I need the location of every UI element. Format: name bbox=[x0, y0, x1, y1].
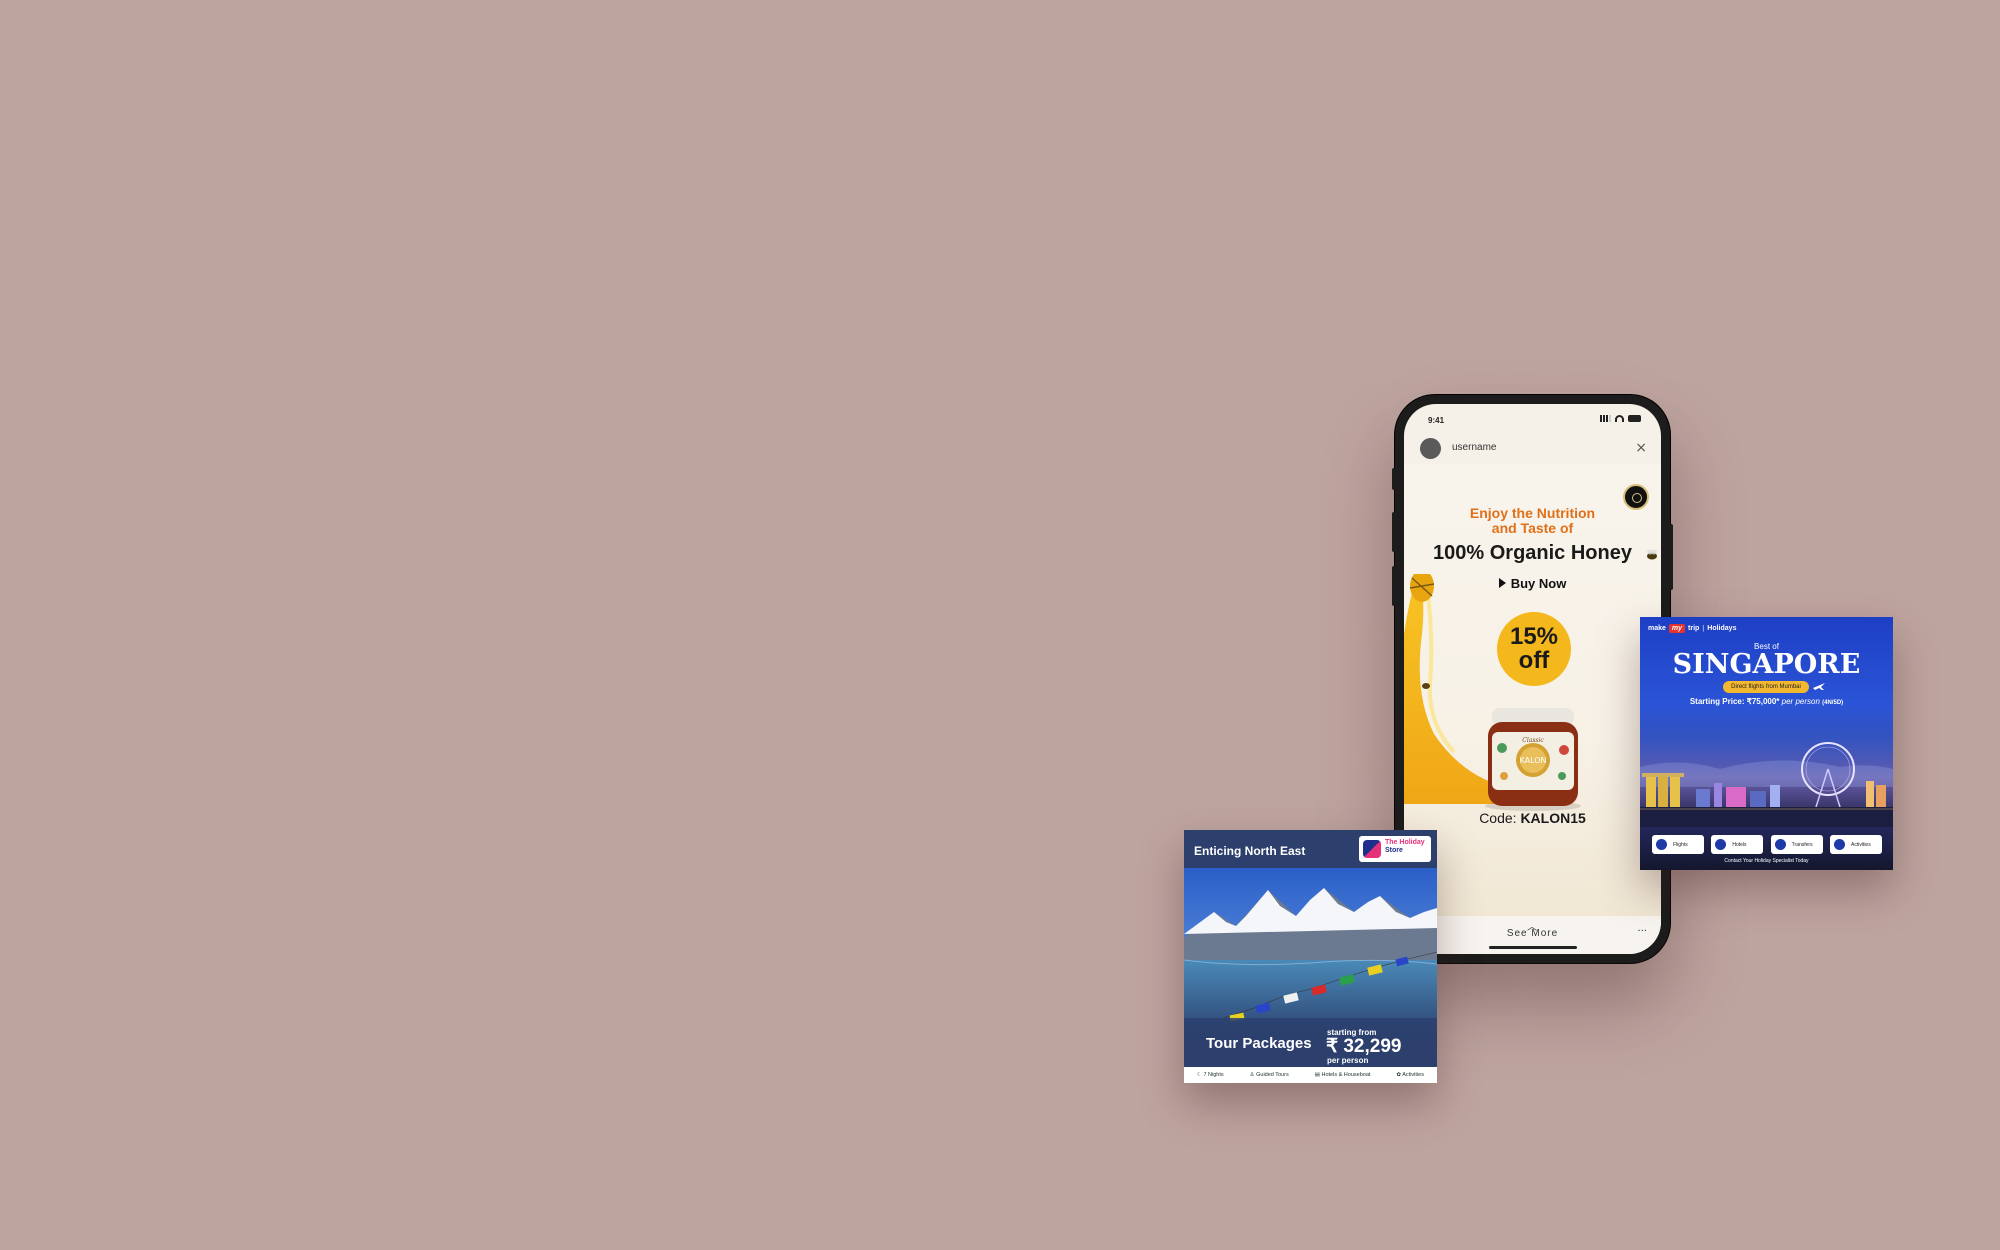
status-bar: 9:41 bbox=[1404, 404, 1661, 434]
activity-icon: ✿ bbox=[1396, 1072, 1402, 1078]
tile-activities[interactable]: Activities bbox=[1829, 835, 1882, 854]
username[interactable]: username bbox=[1452, 442, 1496, 453]
status-time: 9:41 bbox=[1428, 416, 1445, 425]
discount-badge: 15% off bbox=[1497, 612, 1571, 686]
brand-make: make bbox=[1648, 625, 1666, 632]
per-person-label: per person bbox=[1327, 1056, 1369, 1065]
headline-line-2: and Taste of bbox=[1491, 520, 1574, 536]
makemytrip-logo: make my trip | Holidays bbox=[1648, 624, 1737, 633]
hotel-icon: ▤ bbox=[1314, 1072, 1320, 1078]
feature-nights: ☾ 7 Nights bbox=[1197, 1072, 1224, 1078]
flight-icon bbox=[1656, 839, 1667, 850]
discount-percent: 15% bbox=[1509, 623, 1559, 650]
promo-code-value: KALON15 bbox=[1520, 810, 1586, 826]
starting-price: Starting Price: ₹75,000* per person (4N/… bbox=[1640, 697, 1893, 706]
service-tiles: Flights Hotels Transfers Activities bbox=[1652, 835, 1882, 854]
price-value: ₹75,000* bbox=[1746, 697, 1780, 706]
singapore-title: SINGAPORE bbox=[1672, 649, 1861, 680]
feature-label: Hotels & Houseboat bbox=[1321, 1072, 1371, 1078]
singapore-ad-card[interactable]: make my trip | Holidays Best of SINGAPORE … bbox=[1640, 617, 1893, 870]
tile-flights[interactable]: Flights bbox=[1652, 835, 1704, 854]
moon-icon: ☾ bbox=[1197, 1072, 1202, 1078]
close-icon[interactable]: × bbox=[1635, 440, 1647, 456]
headline-orange: Enjoy the Nutrition and Taste of bbox=[1404, 506, 1661, 536]
honey-jar-image: KALON Classic bbox=[1485, 708, 1581, 811]
price-suffix: per person bbox=[1781, 697, 1820, 706]
tour-price: ₹ 32,299 bbox=[1326, 1036, 1402, 1057]
play-icon bbox=[1498, 578, 1506, 588]
airplane-icon bbox=[1813, 683, 1825, 690]
singapore-skyline-image bbox=[1640, 727, 1893, 827]
brand-trip: trip bbox=[1688, 625, 1700, 632]
phone-volume-down-button bbox=[1392, 566, 1396, 606]
logo-line-1: The Holiday bbox=[1385, 839, 1425, 846]
price-duration: (4N/5D) bbox=[1822, 700, 1844, 706]
activity-icon bbox=[1833, 839, 1845, 850]
brand-my: my bbox=[1668, 624, 1686, 633]
direct-flights-pill: Direct flights from Mumbai bbox=[1723, 681, 1809, 693]
tile-hotels[interactable]: Hotels bbox=[1711, 835, 1764, 854]
feature-label: Activities bbox=[1402, 1072, 1424, 1078]
phone-power-button bbox=[1669, 524, 1673, 590]
tile-label: Hotels bbox=[1732, 841, 1747, 848]
tile-label: Flights bbox=[1673, 841, 1688, 848]
headline-line-1: Enjoy the Nutrition bbox=[1469, 505, 1596, 521]
buy-now-button[interactable]: Buy Now bbox=[1404, 576, 1661, 591]
feature-guided: ♙ Guided Tours bbox=[1250, 1072, 1289, 1078]
see-more-bar[interactable]: ︿ See More ··· bbox=[1404, 916, 1661, 954]
brand-holidays: Holidays bbox=[1707, 625, 1737, 632]
guide-icon: ♙ bbox=[1249, 1072, 1255, 1078]
feature-label: Guided Tours bbox=[1256, 1072, 1289, 1078]
mountain-lake-image bbox=[1184, 868, 1437, 1040]
phone-volume-up-button bbox=[1392, 512, 1396, 552]
contact-line: Contact Your Holiday Specialist Today bbox=[1724, 858, 1809, 864]
holiday-store-mark-icon bbox=[1363, 840, 1381, 858]
tile-transfers[interactable]: Transfers bbox=[1770, 835, 1823, 854]
avatar[interactable] bbox=[1420, 438, 1441, 459]
hotel-icon bbox=[1715, 839, 1727, 850]
discount-off: off bbox=[1518, 647, 1550, 674]
promo-code: Code: KALON15 bbox=[1404, 810, 1661, 826]
logo-line-2: Store bbox=[1385, 847, 1403, 854]
holiday-store-logo: The Holiday Store bbox=[1359, 836, 1431, 862]
tile-label: Transfers bbox=[1791, 841, 1813, 848]
feature-activities: ✿ Activities bbox=[1396, 1072, 1424, 1078]
wifi-icon bbox=[1615, 415, 1624, 422]
phone-screen: 9:41 username × Enjoy the Nutrition and … bbox=[1404, 404, 1661, 954]
feature-hotels: ▤ Hotels & Houseboat bbox=[1315, 1072, 1371, 1078]
feature-label: 7 Nights bbox=[1203, 1072, 1224, 1078]
north-east-ad-card[interactable]: Enticing North East The Holiday Store To… bbox=[1184, 830, 1437, 1083]
see-more-label[interactable]: See More bbox=[1404, 928, 1661, 939]
signal-icon bbox=[1600, 415, 1611, 422]
honey-ad[interactable]: Enjoy the Nutrition and Taste of 100% Or… bbox=[1404, 464, 1661, 916]
battery-icon bbox=[1628, 415, 1641, 422]
car-icon bbox=[1774, 839, 1786, 850]
jar-script-text: Classic bbox=[1522, 737, 1544, 744]
buy-now-label: Buy Now bbox=[1510, 576, 1567, 591]
tour-packages-label: Tour Packages bbox=[1206, 1035, 1312, 1052]
price-prefix: Starting Price: bbox=[1689, 697, 1745, 706]
home-indicator bbox=[1489, 946, 1577, 949]
phone-mute-button bbox=[1392, 468, 1396, 490]
more-options-icon[interactable]: ··· bbox=[1637, 926, 1647, 937]
north-east-title: Enticing North East bbox=[1194, 844, 1306, 858]
features-bar: ☾ 7 Nights ♙ Guided Tours ▤ Hotels & Hou… bbox=[1184, 1067, 1437, 1083]
headline-main: 100% Organic Honey bbox=[1433, 542, 1632, 564]
story-header: username × bbox=[1404, 434, 1661, 464]
promo-code-label: Code: bbox=[1479, 810, 1517, 826]
jar-brand-text: KALON bbox=[1519, 756, 1546, 765]
tile-label: Activities bbox=[1850, 841, 1871, 848]
